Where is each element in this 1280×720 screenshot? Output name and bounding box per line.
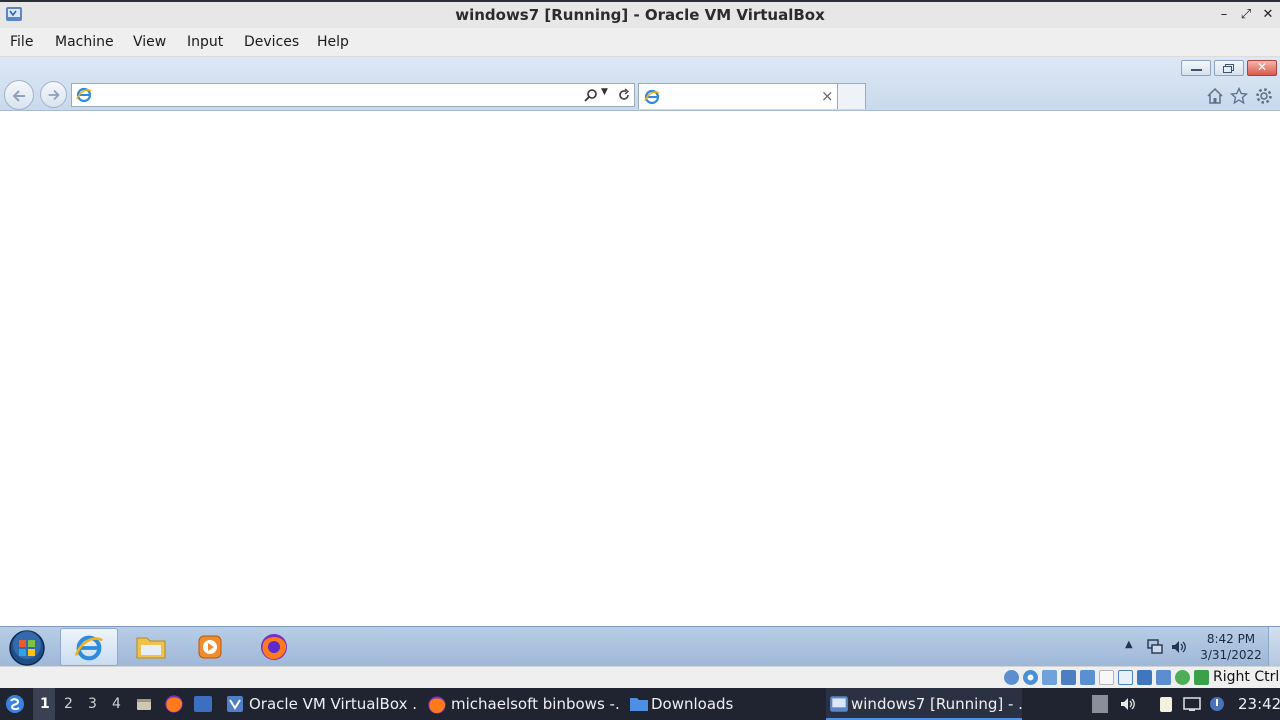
- menu-machine[interactable]: Machine: [55, 34, 114, 50]
- virtualbox-icon: [227, 696, 243, 712]
- forward-button[interactable]: [40, 81, 67, 108]
- hard-disk-icon[interactable]: [1004, 670, 1019, 685]
- search-icon[interactable]: [584, 88, 598, 102]
- win-clock-time: 8:42 PM: [1206, 632, 1256, 646]
- cpu-icon[interactable]: [1175, 670, 1190, 685]
- task-firefox[interactable]: michaelsoft binbows -...: [424, 688, 620, 720]
- file-manager-launcher-icon[interactable]: [135, 695, 153, 713]
- new-tab-button[interactable]: [838, 83, 866, 109]
- back-button[interactable]: [4, 80, 34, 110]
- browser-tab[interactable]: ×: [638, 83, 838, 109]
- ie-restore-button[interactable]: [1214, 60, 1244, 76]
- tray-scroll-up-icon[interactable]: [1092, 695, 1108, 713]
- mouse-integration-icon[interactable]: [1156, 670, 1171, 685]
- workspace-3[interactable]: 3: [88, 696, 97, 712]
- back-arrow-icon: [12, 90, 25, 102]
- task-label: windows7 [Running] - ...: [851, 695, 1022, 713]
- close-icon[interactable]: ✕: [1260, 6, 1276, 24]
- firefox-icon: [261, 634, 287, 660]
- task-windows7-vm[interactable]: windows7 [Running] - ...: [826, 688, 1022, 720]
- minimize-icon[interactable]: –: [1216, 6, 1232, 24]
- ie-close-button[interactable]: ✕: [1247, 60, 1277, 76]
- display-icon[interactable]: [1183, 695, 1201, 713]
- keyboard-capture-icon[interactable]: [1194, 670, 1209, 685]
- menu-devices[interactable]: Devices: [244, 34, 299, 50]
- ie-tab-icon: [644, 89, 660, 105]
- ie-page-icon: [76, 87, 92, 103]
- home-icon[interactable]: [1206, 87, 1224, 105]
- host-clock[interactable]: 23:42: [1238, 695, 1280, 713]
- taskbar-explorer-button[interactable]: [122, 628, 180, 666]
- volume-icon[interactable]: [1119, 695, 1137, 713]
- workspace-1[interactable]: 1: [40, 696, 50, 712]
- maximize-icon[interactable]: ⤢: [1238, 6, 1254, 24]
- host-key-label: Right Ctrl: [1213, 669, 1280, 685]
- internet-explorer-icon: [74, 635, 104, 661]
- media-player-icon: [198, 635, 222, 659]
- win-clock[interactable]: 8:42 PM 3/31/2022: [1196, 631, 1266, 663]
- ie-toolbar: ✕ ▼ ×: [0, 57, 1280, 111]
- usb-icon[interactable]: [1080, 670, 1095, 685]
- firefox-launcher-icon[interactable]: [164, 694, 184, 714]
- notification-icon[interactable]: [1208, 695, 1226, 713]
- taskbar-media-player-button[interactable]: [182, 628, 240, 666]
- tab-close-icon[interactable]: ×: [821, 87, 834, 105]
- taskbar-ie-button[interactable]: [60, 628, 118, 666]
- vbox-statusbar: Right Ctrl: [0, 666, 1280, 688]
- menu-view[interactable]: View: [133, 34, 166, 50]
- forward-arrow-icon: [48, 89, 60, 101]
- window-title: windows7 [Running] - Oracle VM VirtualBo…: [455, 6, 825, 24]
- video-capture-icon[interactable]: [1137, 670, 1152, 685]
- task-label: Downloads: [651, 695, 734, 713]
- workspace-4[interactable]: 4: [112, 696, 121, 712]
- folder-icon: [630, 698, 648, 711]
- menu-file[interactable]: File: [10, 34, 33, 50]
- vbox-menubar: File Machine View Input Devices Help: [0, 28, 1280, 57]
- win-clock-date: 3/31/2022: [1200, 648, 1262, 662]
- show-desktop-button[interactable]: [1268, 627, 1280, 667]
- menu-input[interactable]: Input: [187, 34, 223, 50]
- clipboard-icon[interactable]: [1157, 695, 1175, 713]
- chevron-down-icon[interactable]: ▼: [601, 87, 608, 97]
- optical-drive-icon[interactable]: [1023, 670, 1038, 685]
- host-taskbar: 1 2 3 4 Oracle VM VirtualBox ... michael…: [0, 688, 1280, 720]
- network-adapter-icon[interactable]: [1061, 670, 1076, 685]
- terminal-launcher-icon[interactable]: [193, 695, 213, 713]
- audio-icon[interactable]: [1042, 670, 1057, 685]
- taskbar-firefox-button[interactable]: [246, 628, 304, 666]
- virtualbox-vm-icon: [830, 696, 848, 712]
- task-virtualbox-manager[interactable]: Oracle VM VirtualBox ...: [222, 688, 418, 720]
- window-titlebar: windows7 [Running] - Oracle VM VirtualBo…: [0, 0, 1280, 28]
- page-content[interactable]: [0, 111, 1280, 626]
- display-icon[interactable]: [1118, 670, 1133, 685]
- workspace-2[interactable]: 2: [64, 696, 73, 712]
- firefox-icon: [428, 696, 446, 714]
- app-menu-icon[interactable]: [5, 694, 25, 714]
- folder-icon: [136, 637, 166, 659]
- task-label: michaelsoft binbows -...: [451, 695, 620, 713]
- network-icon[interactable]: [1146, 638, 1164, 656]
- shared-folders-icon[interactable]: [1099, 670, 1114, 685]
- refresh-icon[interactable]: [617, 88, 631, 102]
- task-label: Oracle VM VirtualBox ...: [249, 695, 418, 713]
- task-downloads[interactable]: Downloads: [626, 688, 822, 720]
- win7-taskbar: ▲ 8:42 PM 3/31/2022: [0, 626, 1280, 667]
- favorites-star-icon[interactable]: [1230, 87, 1248, 105]
- show-hidden-icons-chevron-icon[interactable]: ▲: [1125, 639, 1133, 650]
- menu-help[interactable]: Help: [317, 34, 349, 50]
- address-bar[interactable]: ▼: [71, 83, 635, 107]
- gear-icon[interactable]: [1255, 87, 1273, 105]
- volume-icon[interactable]: [1170, 638, 1188, 656]
- start-orb-icon[interactable]: [8, 629, 46, 667]
- ie-minimize-button[interactable]: [1181, 60, 1211, 76]
